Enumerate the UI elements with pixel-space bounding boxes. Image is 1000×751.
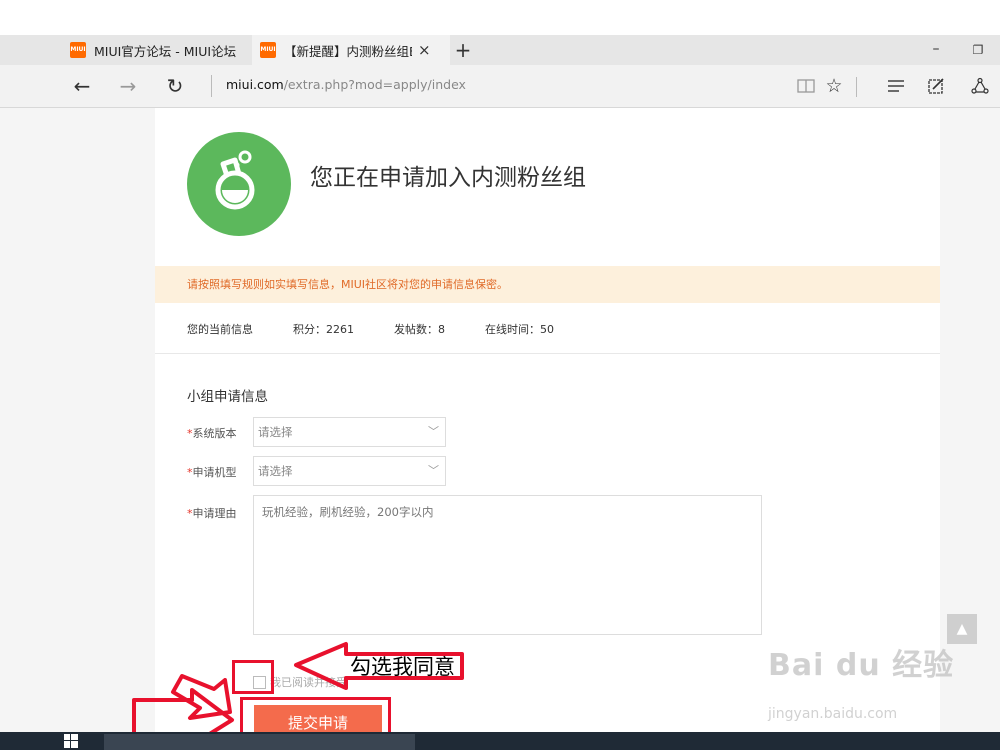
annotation-overlay: [132, 642, 464, 747]
baidu-watermark: Bai du 经验: [768, 648, 955, 683]
taskbar-active-window[interactable]: [104, 734, 415, 750]
baidu-watermark-site: jingyan.baidu.com: [768, 706, 898, 722]
annotation-text: 勾选我同意: [350, 655, 455, 679]
annotation-checkbox-highlight: [232, 660, 274, 694]
taskbar: [0, 732, 1000, 750]
windows-start-icon[interactable]: [64, 734, 78, 750]
